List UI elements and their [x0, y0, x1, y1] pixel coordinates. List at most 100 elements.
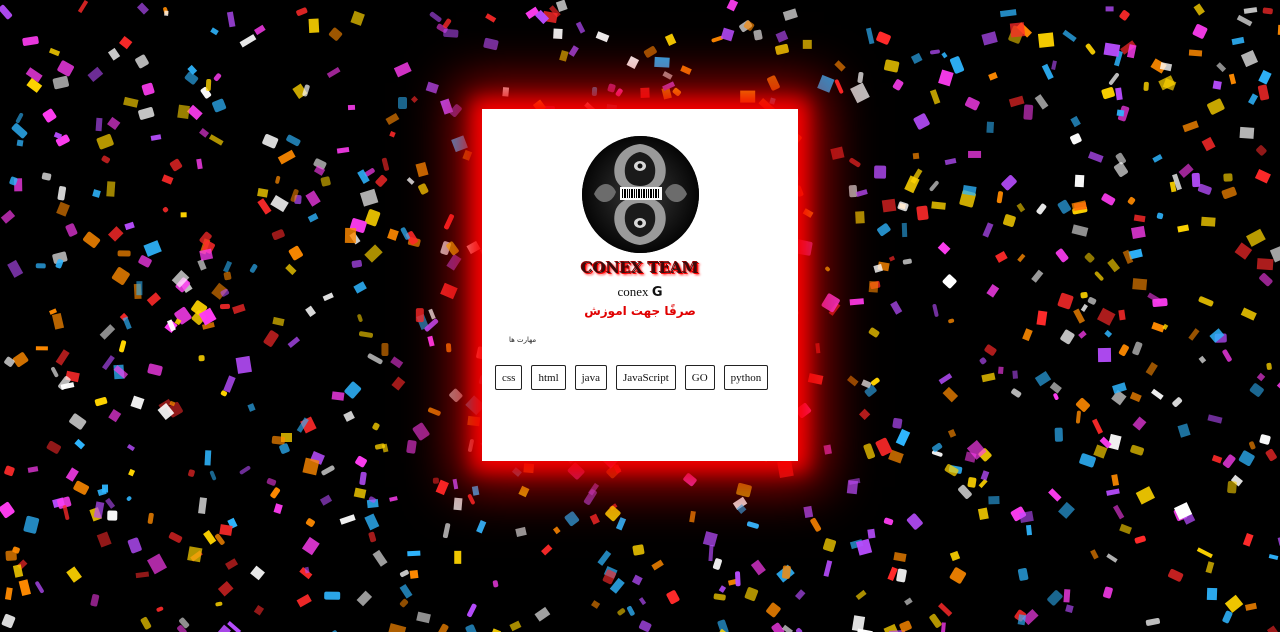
confetti-piece: [416, 307, 425, 322]
confetti-piece: [796, 239, 813, 256]
confetti-piece: [986, 121, 995, 133]
confetti-piece: [986, 283, 1000, 298]
confetti-piece: [1100, 192, 1116, 207]
skill-html[interactable]: html: [531, 365, 566, 390]
confetti-piece: [472, 485, 480, 496]
confetti-piece: [371, 422, 380, 432]
confetti-piece: [126, 495, 133, 503]
confetti-piece: [127, 443, 136, 452]
confetti-piece: [889, 255, 896, 262]
confetti-piece: [929, 49, 940, 56]
confetti-piece: [176, 104, 190, 120]
confetti-piece: [323, 292, 335, 301]
confetti-piece: [1065, 604, 1075, 614]
confetti-piece: [1078, 329, 1087, 339]
confetti-piece: [867, 327, 881, 339]
confetti-piece: [27, 466, 38, 474]
confetti-piece: [304, 566, 310, 574]
confetti-piece: [22, 36, 40, 47]
confetti-piece: [35, 263, 46, 269]
confetti-piece: [448, 388, 463, 404]
confetti-piece: [327, 27, 343, 42]
confetti-piece: [977, 507, 989, 521]
confetti-piece: [1242, 533, 1254, 547]
confetti-piece: [351, 11, 366, 26]
confetti-piece: [848, 478, 861, 485]
confetti-piece: [385, 112, 400, 125]
confetti-piece: [734, 570, 741, 587]
confetti-piece: [1010, 22, 1026, 38]
confetti-piece: [302, 537, 320, 556]
confetti-piece: [552, 28, 563, 39]
skill-css[interactable]: css: [495, 365, 523, 390]
confetti-piece: [1106, 488, 1121, 496]
confetti-piece: [802, 39, 812, 49]
confetti-piece: [1206, 98, 1225, 116]
confetti-piece: [205, 78, 211, 91]
confetti-piece: [147, 363, 164, 377]
confetti-piece: [1211, 455, 1222, 464]
confetti-piece: [942, 273, 958, 289]
confetti-piece: [261, 132, 279, 149]
confetti-piece: [916, 205, 930, 222]
confetti-piece: [295, 6, 308, 16]
confetti-piece: [146, 291, 161, 306]
confetti-piece: [354, 488, 367, 500]
confetti-piece: [1191, 22, 1209, 40]
confetti-piece: [720, 27, 735, 42]
confetti-piece: [775, 43, 790, 56]
confetti-piece: [895, 428, 910, 446]
confetti-piece: [1051, 61, 1058, 71]
confetti-piece: [1265, 448, 1278, 462]
confetti-piece: [1145, 362, 1158, 376]
confetti-piece: [108, 226, 124, 242]
confetti-piece: [947, 318, 955, 324]
confetti-piece: [859, 408, 871, 420]
confetti-piece: [105, 497, 116, 509]
confetti-piece: [948, 566, 967, 585]
confetti-piece: [1117, 344, 1130, 357]
skill-python[interactable]: python: [723, 365, 769, 390]
skill-java[interactable]: java: [574, 365, 607, 390]
confetti-piece: [0, 501, 16, 520]
confetti-piece: [824, 265, 831, 273]
confetti-piece: [287, 245, 303, 261]
confetti-piece: [781, 564, 792, 579]
confetti-piece: [1023, 104, 1034, 120]
confetti-piece: [409, 569, 420, 579]
confetti-piece: [883, 516, 894, 526]
confetti-piece: [904, 597, 914, 607]
confetti-piece: [343, 411, 356, 423]
confetti-piece: [1056, 291, 1074, 310]
confetti-piece: [1111, 474, 1119, 486]
confetti-piece: [855, 211, 865, 225]
confetti-piece: [1012, 370, 1018, 379]
confetti-piece: [220, 304, 231, 310]
confetti-piece: [57, 186, 67, 201]
skill-go[interactable]: GO: [684, 365, 715, 390]
confetti-piece: [287, 336, 300, 348]
confetti-piece: [147, 511, 154, 524]
confetti-piece: [374, 174, 388, 188]
confetti-piece: [1059, 328, 1076, 345]
confetti-piece: [815, 343, 821, 353]
confetti-piece: [1276, 377, 1280, 395]
confetti-piece: [122, 317, 132, 330]
confetti-piece: [849, 156, 862, 168]
confetti-piece: [944, 158, 957, 166]
confetti-piece: [1151, 297, 1168, 307]
confetti-piece: [416, 611, 432, 624]
confetti-piece: [354, 454, 368, 468]
confetti-piece: [466, 241, 481, 255]
confetti-piece: [211, 97, 227, 113]
confetti-piece: [1176, 224, 1189, 233]
skill-javascript[interactable]: JavaScript: [615, 365, 676, 390]
confetti-piece: [1087, 151, 1104, 164]
confetti-piece: [511, 467, 522, 478]
confetti-piece: [947, 428, 956, 438]
profile-card: CONEX TEAM conex G صرفًا جهت اموزش مهارت…: [482, 109, 798, 461]
confetti-piece: [347, 104, 356, 110]
confetti-piece: [1035, 202, 1048, 216]
confetti-piece: [308, 18, 319, 33]
confetti-piece: [501, 87, 509, 97]
